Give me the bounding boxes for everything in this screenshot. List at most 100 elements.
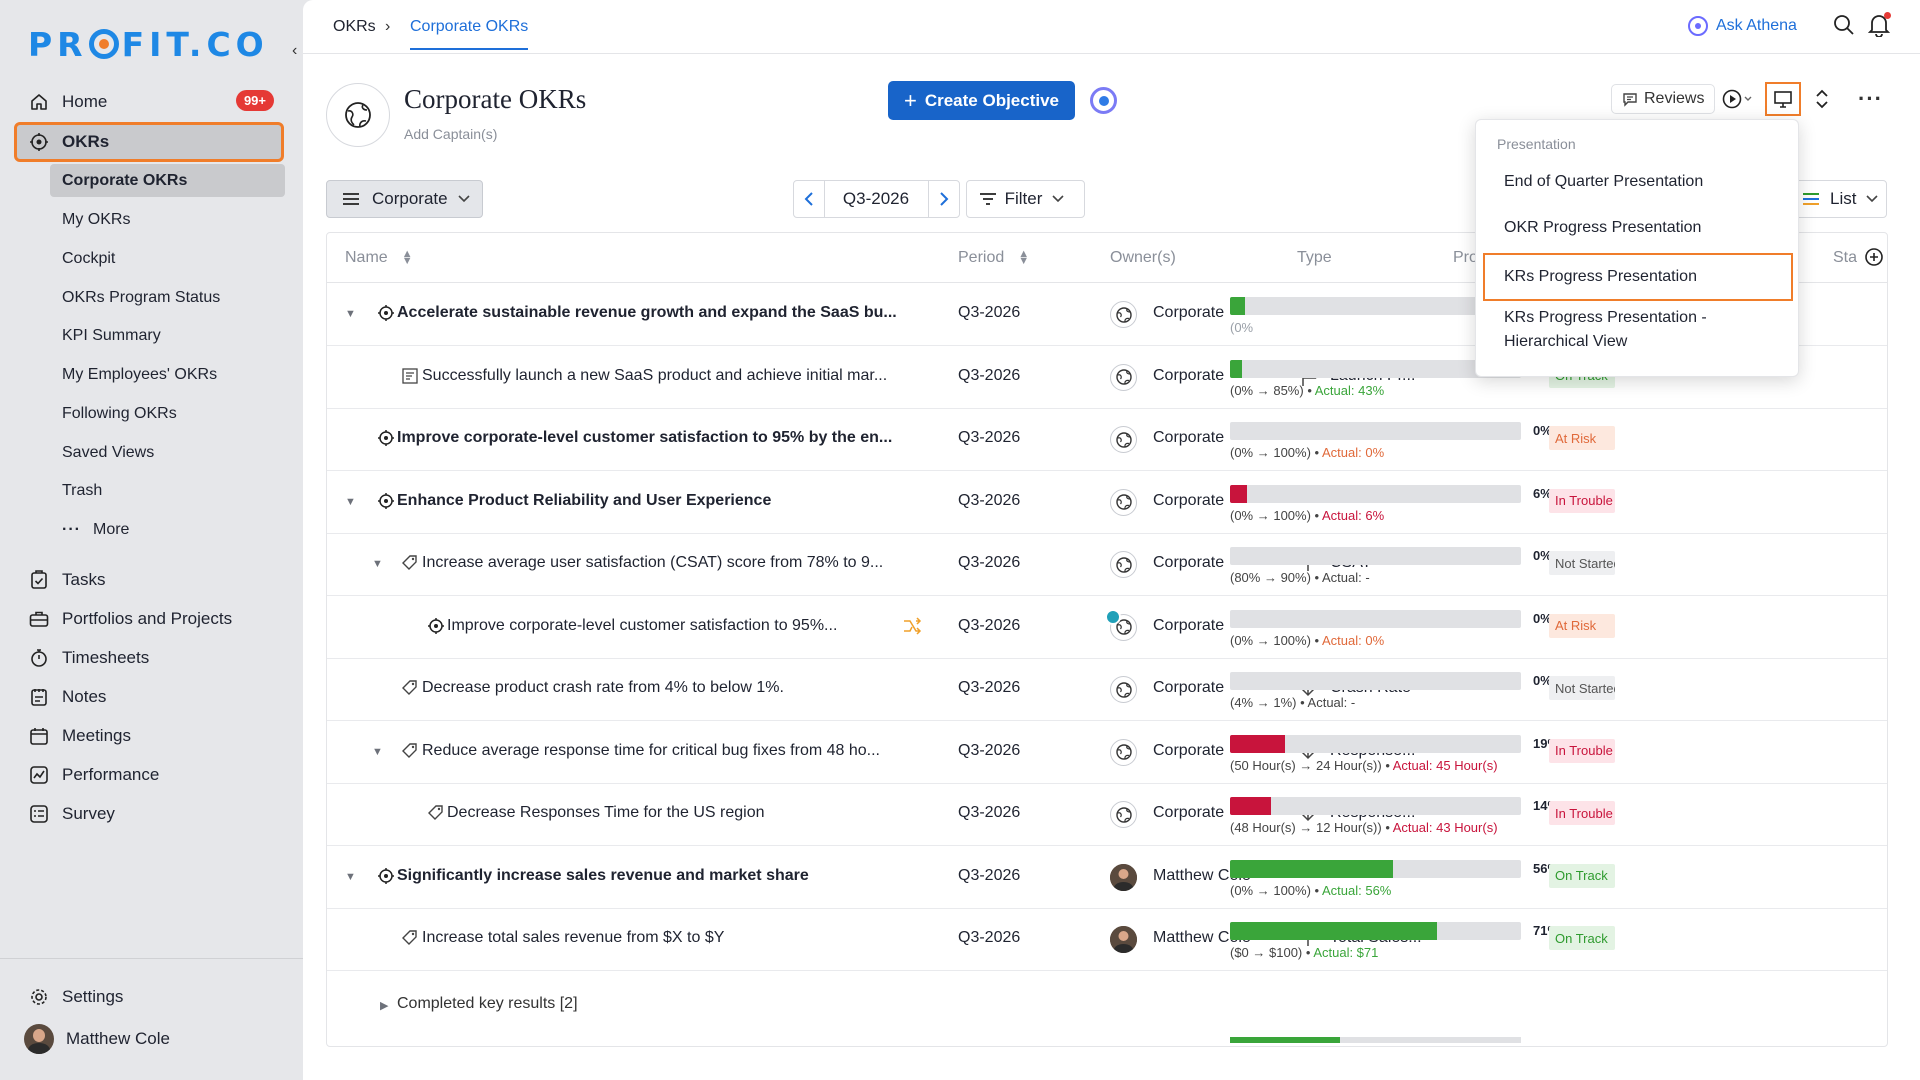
- profit-co-logo[interactable]: PR FIT.CO: [28, 24, 269, 64]
- sidebar-item-timesheets[interactable]: Timesheets: [16, 640, 282, 676]
- scope-select[interactable]: Corporate: [326, 180, 483, 218]
- status-badge[interactable]: In Trouble: [1549, 801, 1615, 825]
- menu-item-krs-hierarchical[interactable]: KRs Progress Presentation - Hierarchical …: [1504, 306, 1707, 354]
- table-row[interactable]: Improve corporate-level customer satisfa…: [327, 597, 1887, 659]
- sidebar-subitem-saved-views[interactable]: Saved Views: [50, 436, 285, 469]
- menu-item-krs-progress[interactable]: KRs Progress Presentation: [1483, 253, 1793, 301]
- sidebar-item-okrs[interactable]: OKRs: [14, 122, 284, 162]
- sidebar-subitem-following-okrs[interactable]: Following OKRs: [50, 397, 285, 430]
- column-period[interactable]: Period ▲ ▼: [958, 249, 1029, 267]
- status-badge[interactable]: In Trouble: [1549, 738, 1615, 763]
- progress-range: (0% → 100%) • Actual: 6%: [1230, 507, 1385, 523]
- add-column-icon[interactable]: [1864, 247, 1884, 267]
- expand-caret-icon[interactable]: ▼: [372, 746, 383, 758]
- sidebar-item-tasks[interactable]: Tasks: [16, 562, 282, 598]
- column-name[interactable]: Name ▲ ▼: [345, 249, 413, 267]
- sidebar-subitem-trash[interactable]: Trash: [50, 474, 285, 507]
- sidebar-item-portfolios[interactable]: Portfolios and Projects: [16, 601, 282, 637]
- row-name[interactable]: Decrease product crash rate from 4% to b…: [422, 679, 942, 697]
- sort-icon[interactable]: ▲ ▼: [402, 249, 413, 267]
- sidebar-subitem-corporate-okrs[interactable]: Corporate OKRs: [50, 164, 285, 197]
- sidebar-item-performance[interactable]: Performance: [16, 757, 282, 793]
- chevron-down-icon: [458, 195, 470, 203]
- presentation-icon: [1774, 91, 1792, 108]
- breadcrumb-corporate-okrs[interactable]: Corporate OKRs: [410, 18, 529, 50]
- row-name[interactable]: Improve corporate-level customer satisfa…: [397, 429, 942, 447]
- filter-button[interactable]: Filter: [966, 180, 1085, 218]
- sidebar-item-meetings[interactable]: Meetings: [16, 718, 282, 754]
- expand-caret-icon[interactable]: ▼: [372, 558, 383, 570]
- more-options-icon[interactable]: ···: [1858, 86, 1883, 112]
- expand-caret-icon[interactable]: ▼: [345, 308, 356, 320]
- previous-period-button[interactable]: [793, 180, 825, 218]
- expand-caret-icon[interactable]: ▶: [380, 999, 388, 1012]
- progress-range: (50 Hour(s) → 24 Hour(s)) • Actual: 45 H…: [1230, 757, 1498, 773]
- status-badge[interactable]: Not Started: [1549, 551, 1615, 575]
- sidebar-item-settings[interactable]: Settings: [16, 979, 282, 1015]
- sidebar-subitem-program-status[interactable]: OKRs Program Status: [50, 281, 285, 314]
- collapse-sidebar-icon[interactable]: ‹: [292, 42, 297, 60]
- create-objective-button[interactable]: + Create Objective: [888, 81, 1075, 120]
- status-badge[interactable]: On Track: [1549, 863, 1615, 888]
- next-period-button[interactable]: [928, 180, 960, 218]
- table-row[interactable]: ▼ Significantly increase sales revenue an…: [327, 847, 1887, 909]
- table-row[interactable]: ▼ Increase average user satisfaction (CSA…: [327, 534, 1887, 596]
- sidebar-subitem-kpi-summary[interactable]: KPI Summary: [50, 319, 285, 352]
- row-name[interactable]: Decrease Responses Time for the US regio…: [447, 804, 942, 822]
- corporate-globe-icon: [1110, 676, 1137, 703]
- breadcrumb-okrs[interactable]: OKRs: [333, 18, 376, 36]
- ai-assist-icon[interactable]: [1090, 87, 1117, 114]
- status-badge[interactable]: Not Started: [1549, 676, 1615, 700]
- key-result-icon: [401, 554, 419, 572]
- menu-item-okr-progress[interactable]: OKR Progress Presentation: [1504, 216, 1701, 240]
- add-captain-link[interactable]: Add Captain(s): [404, 126, 497, 142]
- status-badge[interactable]: At Risk: [1549, 426, 1615, 450]
- table-row[interactable]: Increase total sales revenue from $X to …: [327, 909, 1887, 971]
- expand-collapse-icon[interactable]: [1815, 88, 1829, 110]
- menu-item-end-of-quarter[interactable]: End of Quarter Presentation: [1504, 170, 1703, 194]
- view-select[interactable]: List: [1791, 180, 1887, 218]
- play-menu-button[interactable]: [1721, 88, 1755, 110]
- row-name[interactable]: Reduce average response time for critica…: [422, 742, 942, 760]
- sidebar-subitem-employees-okrs[interactable]: My Employees' OKRs: [50, 358, 285, 391]
- period-label[interactable]: Q3-2026: [824, 180, 928, 218]
- sidebar-user[interactable]: Matthew Cole: [24, 1021, 290, 1057]
- sort-icon[interactable]: ▲ ▼: [1018, 249, 1029, 267]
- aligned-link-icon[interactable]: [902, 616, 922, 635]
- sidebar-subitem-my-okrs[interactable]: My OKRs: [50, 203, 285, 236]
- sidebar: PR FIT.CO ‹ Home 99+ OKRs Corporate OKRs …: [0, 0, 303, 1080]
- sidebar-subitem-cockpit[interactable]: Cockpit: [50, 242, 285, 275]
- table-row[interactable]: Decrease product crash rate from 4% to b…: [327, 659, 1887, 721]
- sidebar-subitem-more[interactable]: ··· More: [50, 513, 285, 546]
- status-badge[interactable]: On Track: [1549, 926, 1615, 950]
- table-row[interactable]: Decrease Responses Time for the US regio…: [327, 784, 1887, 846]
- row-period: Q3-2026: [958, 741, 1021, 759]
- expand-caret-icon[interactable]: ▼: [345, 871, 356, 883]
- table-row[interactable]: ▼ Reduce average response time for critic…: [327, 722, 1887, 784]
- sidebar-item-survey[interactable]: Survey: [16, 796, 282, 832]
- status-badge[interactable]: In Trouble: [1549, 488, 1615, 513]
- row-name[interactable]: Successfully launch a new SaaS product a…: [422, 367, 942, 385]
- row-name[interactable]: Improve corporate-level customer satisfa…: [447, 617, 879, 635]
- ask-athena-button[interactable]: Ask Athena: [1688, 16, 1797, 36]
- corporate-globe-icon: [1110, 488, 1137, 516]
- row-name[interactable]: Significantly increase sales revenue and…: [397, 867, 942, 885]
- reviews-button[interactable]: Reviews: [1611, 84, 1716, 114]
- corporate-globe-icon: [1110, 801, 1137, 828]
- row-name[interactable]: Enhance Product Reliability and User Exp…: [397, 492, 942, 510]
- table-row[interactable]: Improve corporate-level customer satisfa…: [327, 409, 1887, 471]
- sidebar-item-notes[interactable]: Notes: [16, 679, 282, 715]
- status-badge[interactable]: At Risk: [1549, 613, 1615, 638]
- actual-value: Actual: 56%: [1321, 882, 1392, 898]
- sidebar-item-home[interactable]: Home 99+: [16, 84, 282, 120]
- row-name[interactable]: Accelerate sustainable revenue growth an…: [397, 304, 942, 322]
- table-row[interactable]: ▼ Enhance Product Reliability and User Ex…: [327, 472, 1887, 534]
- search-icon[interactable]: [1833, 14, 1855, 36]
- presentation-button[interactable]: [1765, 82, 1801, 116]
- row-name[interactable]: Increase total sales revenue from $X to …: [422, 929, 942, 947]
- row-owner: Corporate: [1153, 679, 1225, 696]
- notification-badge: 99+: [235, 90, 274, 111]
- completed-key-results[interactable]: Completed key results [2]: [397, 995, 578, 1013]
- expand-caret-icon[interactable]: ▼: [345, 496, 356, 508]
- row-name[interactable]: Increase average user satisfaction (CSAT…: [422, 554, 942, 572]
